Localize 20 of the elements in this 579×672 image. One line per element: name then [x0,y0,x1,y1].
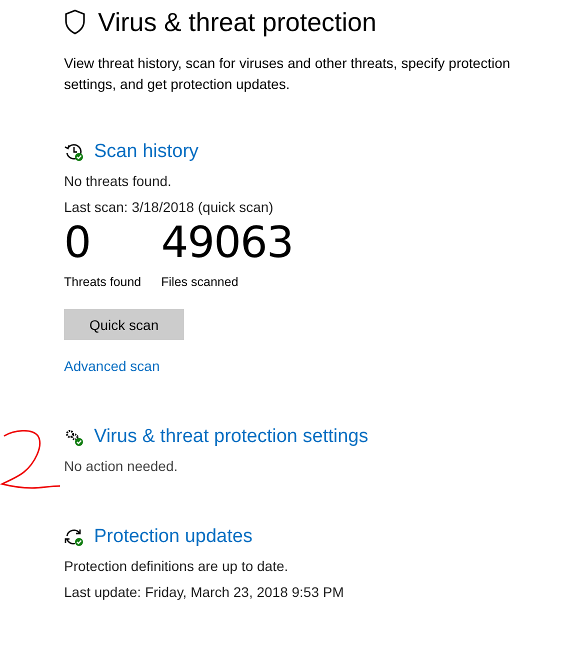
stat-label: Files scanned [161,274,240,291]
gears-icon [64,427,84,447]
stat-label: Threats found [64,274,142,291]
stat-value: 0 [64,219,92,267]
sync-icon [64,527,84,547]
status-text: Last update: Friday, March 23, 2018 9:53 PM [64,583,345,602]
last-scan-text: Last scan: 3/18/2018 (quick scan) [64,198,274,217]
status-text: No threats found. [64,172,172,191]
shield-icon [64,9,86,35]
section-heading[interactable]: Scan history [94,139,199,165]
status-text: No action needed. [64,457,179,476]
stat-value: 49063 [161,219,293,267]
section-heading[interactable]: Virus & threat protection settings [94,424,368,450]
status-text: Protection definitions are up to date. [64,557,290,576]
page-description: View threat history, scan for viruses and other threats, specify protection settings, and get protection updates. [64,54,512,94]
quick-scan-button[interactable]: Quick scan [64,309,184,340]
page-title: Virus & threat protection [98,6,376,39]
section-heading[interactable]: Protection updates [94,524,252,550]
history-icon [64,142,84,162]
advanced-scan-link[interactable]: Advanced scan [64,358,160,374]
